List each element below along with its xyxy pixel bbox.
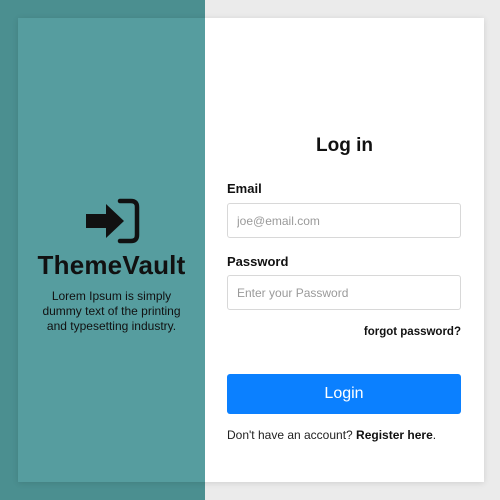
register-suffix: . <box>432 428 437 442</box>
sign-in-icon <box>85 198 139 244</box>
password-label: Password <box>227 254 289 269</box>
brand-name: ThemeVault <box>37 250 186 280</box>
email-label: Email <box>227 181 262 196</box>
password-field[interactable] <box>227 275 461 310</box>
login-form: Log in Email Password forgot password? L… <box>205 18 484 482</box>
email-field[interactable] <box>227 203 461 238</box>
register-link[interactable]: Register here <box>356 428 433 442</box>
brand-tagline: Lorem Ipsum is simply dummy text of the … <box>42 289 181 333</box>
page: ThemeVault Lorem Ipsum is simply dummy t… <box>0 0 500 500</box>
register-prompt: Don't have an account? <box>227 428 357 442</box>
register-line: Don't have an account? Register here. <box>227 428 436 442</box>
login-button[interactable]: Login <box>227 374 461 414</box>
brand-panel: ThemeVault Lorem Ipsum is simply dummy t… <box>18 18 205 482</box>
forgot-password-link[interactable]: forgot password? <box>364 326 461 338</box>
form-title: Log in <box>316 135 373 156</box>
brand-block: ThemeVault Lorem Ipsum is simply dummy t… <box>38 198 186 334</box>
